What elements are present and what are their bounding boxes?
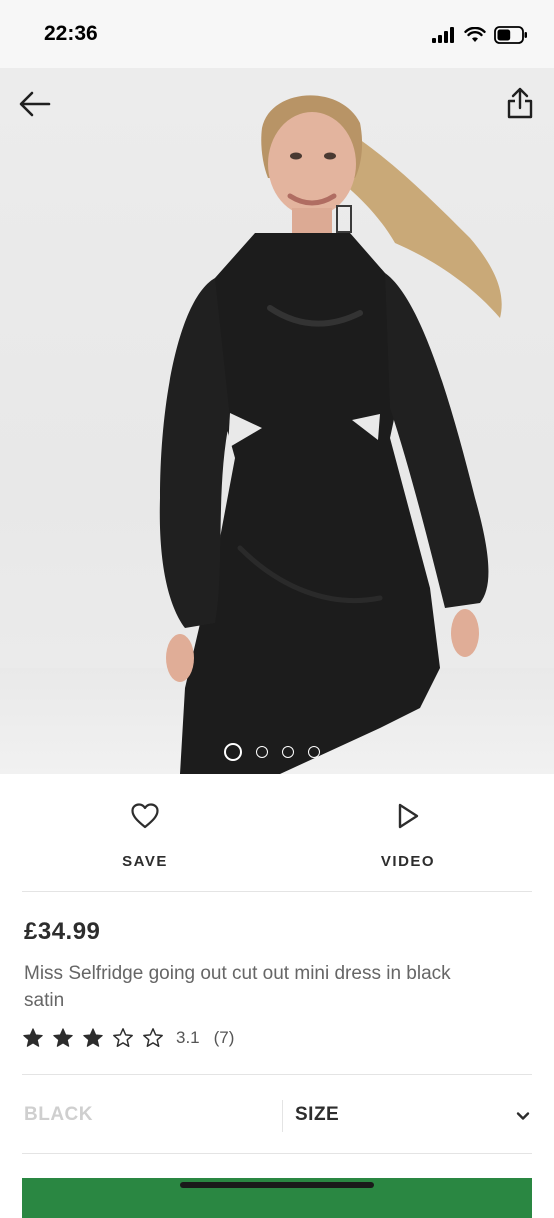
share-button[interactable] (506, 86, 534, 120)
star-icon (83, 1028, 103, 1047)
size-label: SIZE (295, 1104, 340, 1125)
colour-label: BLACK (24, 1104, 93, 1125)
star-icon (143, 1028, 163, 1047)
play-icon (398, 803, 419, 829)
rating-row[interactable]: 3.1 (7) (22, 1025, 234, 1051)
back-button[interactable] (18, 88, 52, 120)
heart-icon (131, 803, 159, 829)
battery-icon (494, 26, 527, 44)
wifi-icon (464, 27, 486, 42)
product-image[interactable]: 927 (0, 68, 554, 774)
status-time: 22:36 (44, 22, 98, 45)
rating-stars (22, 1027, 164, 1049)
carousel-dot-3[interactable] (282, 746, 294, 758)
save-button[interactable]: SAVE (75, 802, 215, 870)
chevron-down-icon (516, 1112, 530, 1120)
home-indicator (180, 1182, 374, 1188)
product-price: £34.99 (24, 918, 101, 945)
star-icon (113, 1028, 133, 1047)
size-select[interactable]: SIZE (295, 1096, 535, 1136)
model-illustration (159, 95, 502, 774)
signal-icon (432, 27, 454, 43)
review-count: (7) (213, 1028, 235, 1047)
rating-value: 3.1 (176, 1028, 200, 1047)
divider (22, 1153, 532, 1154)
back-arrow-icon (19, 91, 51, 117)
carousel-dot-1[interactable] (224, 743, 242, 761)
carousel-dot-2[interactable] (256, 746, 268, 758)
star-icon (23, 1028, 43, 1047)
option-separator (282, 1100, 283, 1132)
status-bar: 22:36 (0, 0, 554, 68)
divider (22, 891, 532, 892)
carousel-dots (224, 743, 320, 761)
product-name: Miss Selfridge going out cut out mini dr… (24, 963, 451, 1011)
action-row: SAVE VIDEO (0, 774, 554, 892)
carousel-dot-4[interactable] (308, 746, 320, 758)
save-label: SAVE (122, 853, 168, 870)
share-icon (507, 87, 533, 119)
status-icons (432, 24, 528, 46)
video-label: VIDEO (380, 853, 436, 870)
divider (22, 1074, 532, 1075)
star-icon (53, 1028, 73, 1047)
video-button[interactable]: VIDEO (338, 802, 478, 870)
